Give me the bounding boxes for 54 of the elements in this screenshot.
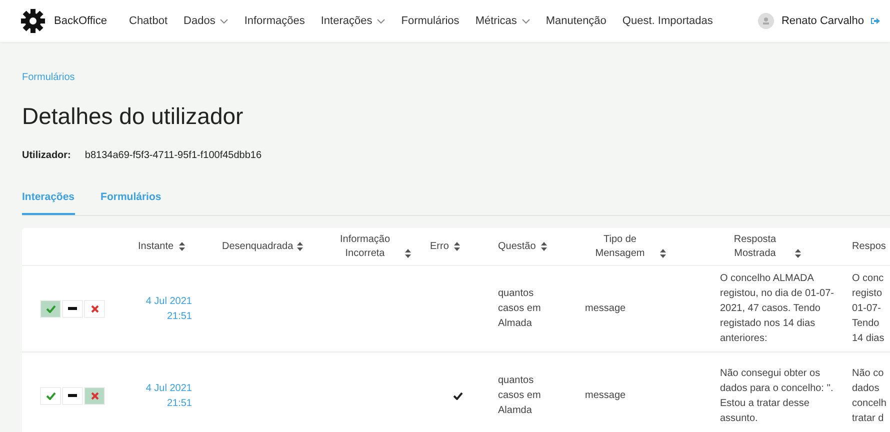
chevron-down-icon <box>522 18 530 24</box>
brand-name[interactable]: BackOffice <box>54 15 107 27</box>
table-cell-text: quantos casos em Alamda <box>498 374 542 418</box>
field-value: b8134a69-f5f3-4711-95f1-f100f45dbb16 <box>84 150 262 161</box>
close-icon <box>90 392 98 400</box>
table-cell: message <box>585 303 626 314</box>
nav-item[interactable]: Manutenção <box>546 15 606 27</box>
chevron-down-icon <box>220 18 228 24</box>
nav-item[interactable]: Interações <box>320 15 372 27</box>
column-header[interactable]: Respos <box>852 240 886 254</box>
field-label: Utilizador: <box>22 150 71 161</box>
sort-icon[interactable] <box>540 242 547 250</box>
close-icon <box>90 304 98 312</box>
table-cell: message <box>585 390 626 401</box>
check-icon <box>46 304 56 312</box>
column-header[interactable]: Instante <box>138 240 174 254</box>
column-header[interactable]: Tipo de Mensagem <box>585 232 655 260</box>
neutral-toggle[interactable] <box>62 300 83 318</box>
sort-icon[interactable] <box>297 242 303 250</box>
check-icon <box>453 392 463 400</box>
reject-toggle[interactable] <box>84 386 105 404</box>
table-cell-text: quantos casos em Almada <box>498 287 542 331</box>
column-header[interactable]: Informação Incorreta <box>330 232 400 260</box>
chevron-down-icon <box>377 18 386 24</box>
nav-item[interactable]: Métricas <box>475 15 517 27</box>
table-cell-text: O conc registo 01-07- Tendo 14 dias <box>852 272 886 346</box>
nav-item[interactable]: Chatbot <box>129 15 168 27</box>
sort-icon[interactable] <box>405 248 411 258</box>
sort-icon[interactable] <box>454 242 460 250</box>
page-title: Detalhes do utilizador <box>22 103 244 130</box>
minus-icon <box>68 307 77 310</box>
column-header[interactable]: Questão <box>498 240 536 254</box>
sort-icon[interactable] <box>795 248 801 258</box>
sort-icon[interactable] <box>660 248 666 258</box>
table-cell: O concelho ALMADA registou, no dia de 01-07-2021, 47 casos. Tendo registado nos 14 dias anteriores: <box>720 273 834 344</box>
nav-item[interactable]: Dados <box>184 15 216 27</box>
neutral-toggle[interactable] <box>62 386 83 404</box>
column-header[interactable]: Resposta Mostrada <box>720 232 790 260</box>
column-header[interactable]: Erro <box>430 240 449 254</box>
table-cell-text: Não co dados concelh tratar d <box>852 366 888 426</box>
user-name[interactable]: Renato Carvalho <box>781 15 864 27</box>
nav-item[interactable]: Informações <box>244 15 305 27</box>
accept-toggle[interactable] <box>40 386 61 404</box>
logout-icon[interactable] <box>871 17 880 25</box>
check-icon <box>46 392 56 400</box>
table-cell: Não consegui obter os dados para o concelho: ''. Estou a tratar desse assunto. <box>720 368 834 424</box>
reject-toggle[interactable] <box>84 300 105 318</box>
minus-icon <box>68 394 77 397</box>
accept-toggle[interactable] <box>40 300 61 318</box>
sort-icon[interactable] <box>178 242 185 250</box>
gear-icon[interactable] <box>20 8 46 34</box>
nav-item[interactable]: Formulários <box>401 15 460 27</box>
column-header[interactable]: Desenquadrada <box>222 240 292 254</box>
nav-item[interactable]: Quest. Importadas <box>622 15 713 27</box>
